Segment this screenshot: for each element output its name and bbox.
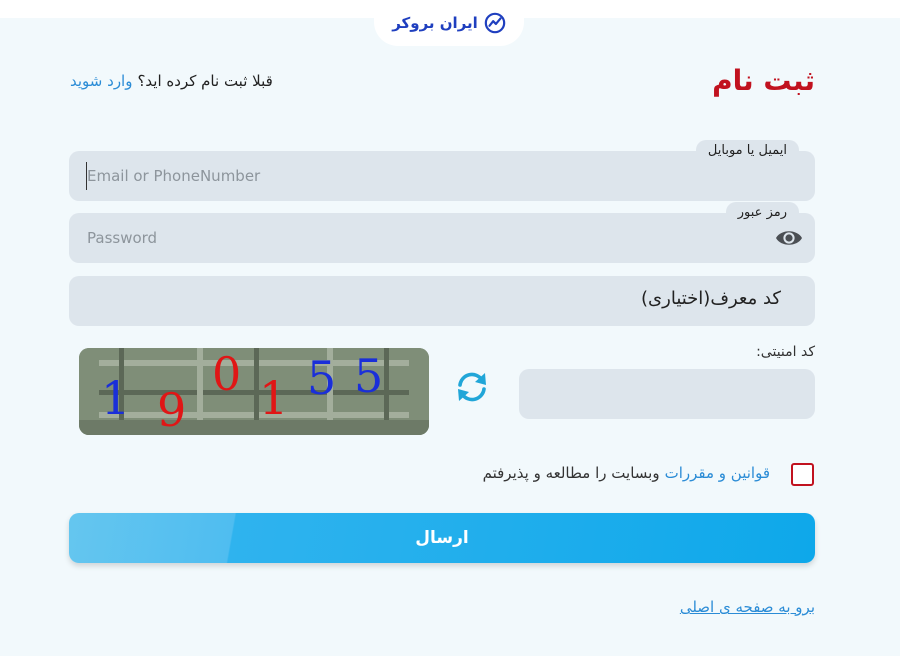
text-caret	[86, 162, 87, 190]
captcha-image: 1 9 0 1 5 5	[79, 348, 429, 435]
captcha-digit: 5	[354, 349, 383, 403]
terms-text: قوانین و مقررات وبسایت را مطالعه و پذیرف…	[483, 464, 770, 482]
home-link[interactable]: برو به صفحه ی اصلی	[680, 598, 815, 616]
login-link[interactable]: وارد شوید	[70, 72, 132, 90]
captcha-digit: 1	[101, 371, 130, 425]
terms-checkbox[interactable]	[791, 463, 814, 486]
eye-icon[interactable]	[775, 227, 803, 249]
terms-description: وبسایت را مطالعه و پذیرفتم	[482, 464, 660, 482]
password-label: رمز عبور	[725, 202, 799, 222]
page-title: ثبت نام	[712, 64, 815, 97]
captcha-digit: 0	[212, 348, 241, 401]
refresh-icon[interactable]	[453, 370, 491, 404]
captcha-digit: 9	[157, 383, 186, 435]
captcha-graphic: 1 9 0 1 5 5	[79, 348, 429, 435]
security-code-input[interactable]	[519, 369, 815, 419]
login-prompt-text: قبلا ثبت نام کرده اید؟	[137, 72, 273, 90]
captcha-digit: 5	[307, 351, 336, 405]
chart-trend-icon	[484, 12, 506, 34]
captcha-digit: 1	[259, 371, 288, 425]
password-input[interactable]	[69, 213, 815, 263]
referral-field[interactable]: کد معرف(اختیاری)	[69, 276, 815, 326]
identity-field[interactable]: ایمیل یا موبایل	[69, 140, 815, 201]
brand-name: ایران بروکر	[392, 14, 478, 32]
submit-button[interactable]: ارسال	[69, 513, 815, 563]
terms-link[interactable]: قوانین و مقررات	[665, 464, 770, 482]
password-field[interactable]: رمز عبور	[69, 202, 815, 263]
login-prompt: قبلا ثبت نام کرده اید؟ وارد شوید	[70, 72, 273, 90]
referral-text: کد معرف(اختیاری)	[641, 288, 781, 309]
identity-label: ایمیل یا موبایل	[695, 140, 799, 160]
brand-logo[interactable]: ایران بروکر	[374, 0, 524, 46]
security-code-label: کد امنیتی:	[756, 344, 815, 360]
